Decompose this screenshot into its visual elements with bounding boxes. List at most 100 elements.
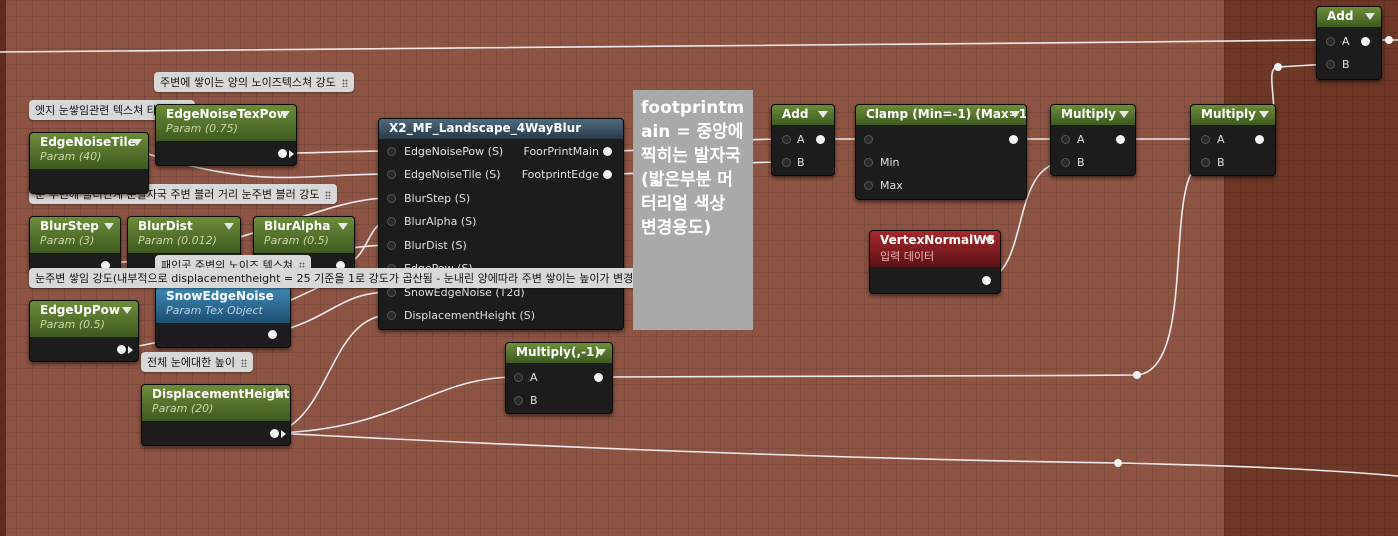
comment-displacement-height[interactable]: 전체 눈에대한 높이 [141, 352, 253, 372]
footprint-note[interactable]: footprintmain = 중앙에 찍히는 발자국(밟은부분 머터리얼 색상… [633, 90, 753, 330]
chevron-down-icon[interactable] [984, 237, 994, 244]
input-pin[interactable] [387, 170, 396, 179]
comment-edge-noise-tex-pow[interactable]: 주변에 쌓이는 양의 노이즈텍스쳐 강도 [154, 72, 354, 92]
node-edge-noise-tex-pow[interactable]: EdgeNoiseTexPow Param (0.75) [155, 104, 297, 166]
input-pin[interactable] [514, 396, 523, 405]
input-label: BlurDist (S) [404, 239, 467, 252]
node-displacement-height[interactable]: DisplacementHeight Param (20) [141, 384, 291, 446]
input-pin[interactable] [514, 373, 523, 382]
chevron-down-icon[interactable] [1119, 111, 1129, 118]
node-subtitle: Param (20) [152, 402, 214, 415]
output-pin[interactable] [603, 170, 612, 179]
chevron-down-icon[interactable] [1010, 111, 1020, 118]
input-label: EdgeNoisePow (S) [404, 145, 504, 158]
input-label: BlurAlpha (S) [404, 215, 477, 228]
chevron-down-icon[interactable] [104, 223, 114, 230]
input-pin[interactable] [1201, 158, 1210, 167]
grip-icon [240, 359, 247, 367]
chevron-down-icon[interactable] [596, 349, 606, 356]
chevron-down-icon[interactable] [122, 307, 132, 314]
input-pin[interactable] [387, 194, 396, 203]
node-multiply[interactable]: Multiply A B [1050, 104, 1136, 176]
output-pin[interactable] [268, 330, 277, 339]
node-header[interactable]: EdgeNoiseTile Param (40) [30, 133, 148, 169]
node-header[interactable]: SnowEdgeNoise Param Tex Object [156, 287, 290, 323]
input-pin[interactable] [1326, 60, 1335, 69]
node-edge-up-pow[interactable]: EdgeUpPow Param (0.5) [29, 300, 139, 362]
node-header[interactable]: EdgeNoiseTexPow Param (0.75) [156, 105, 296, 141]
output-pin[interactable] [1361, 37, 1370, 46]
node-title: SnowEdgeNoise [166, 289, 274, 303]
chevron-down-icon[interactable] [1259, 111, 1269, 118]
node-title: Add [1327, 9, 1354, 23]
output-pin[interactable] [1009, 135, 1018, 144]
output-pin[interactable] [594, 373, 603, 382]
node-header[interactable]: Multiply [1191, 105, 1275, 125]
chevron-down-icon[interactable] [224, 223, 234, 230]
input-pin[interactable] [782, 135, 791, 144]
input-pin[interactable] [1061, 158, 1070, 167]
input-pin[interactable] [387, 217, 396, 226]
input-pin[interactable] [1326, 37, 1335, 46]
input-label: A [1342, 35, 1350, 48]
node-title: BlurStep [40, 219, 99, 233]
input-pin[interactable] [864, 158, 873, 167]
node-header[interactable]: Add [772, 105, 834, 125]
node-snow-edge-noise[interactable]: SnowEdgeNoise Param Tex Object [155, 286, 291, 348]
node-header[interactable]: X2_MF_Landscape_4WayBlur [379, 119, 623, 139]
node-blur-function[interactable]: X2_MF_Landscape_4WayBlur EdgeNoisePow (S… [378, 118, 624, 330]
chevron-down-icon[interactable] [132, 139, 142, 146]
input-pin[interactable] [387, 241, 396, 250]
node-add[interactable]: Add A B [1316, 6, 1382, 80]
output-pin[interactable] [603, 147, 612, 156]
node-header[interactable]: Clamp (Min=-1) (Max=1) [856, 105, 1026, 125]
node-header[interactable]: Multiply [1051, 105, 1135, 125]
chevron-down-icon[interactable] [338, 223, 348, 230]
input-pin[interactable] [782, 158, 791, 167]
node-header[interactable]: Add [1317, 7, 1381, 27]
comment-text: 주변에 쌓이는 양의 노이즈텍스쳐 강도 [160, 76, 336, 89]
node-header[interactable]: BlurStep Param (3) [30, 217, 120, 253]
wire-noisetexpow-to-blur [281, 150, 391, 154]
material-graph-canvas[interactable]: 주변에 쌓이는 양의 노이즈텍스쳐 강도 엣지 눈쌓임관련 텍스쳐 타일링 눈 … [0, 0, 1398, 536]
node-edge-noise-tile[interactable]: EdgeNoiseTile Param (40) [29, 132, 149, 194]
node-subtitle: Param (0.5) [40, 318, 105, 331]
node-title: BlurAlpha [264, 219, 331, 233]
comment-edge-up-pow[interactable]: 눈주변 쌓임 강도(내부적으로 displacementheight = 25 … [29, 268, 666, 288]
node-header[interactable]: VertexNormalWS 입력 데이터 [870, 231, 1000, 267]
input-pin[interactable] [1061, 135, 1070, 144]
reroute-dot [1114, 459, 1122, 467]
node-title: DisplacementHeight [152, 387, 290, 401]
output-pin[interactable] [278, 149, 287, 158]
node-header[interactable]: BlurDist Param (0.012) [128, 217, 240, 253]
input-pin[interactable] [864, 181, 873, 190]
input-pin[interactable] [1201, 135, 1210, 144]
node-header[interactable]: Multiply(,-1) [506, 343, 612, 363]
output-pin[interactable] [1116, 135, 1125, 144]
output-pin[interactable] [1255, 135, 1264, 144]
node-header[interactable]: EdgeUpPow Param (0.5) [30, 301, 138, 337]
chevron-down-icon[interactable] [274, 391, 284, 398]
input-pin[interactable] [387, 288, 396, 297]
output-pin[interactable] [117, 345, 126, 354]
node-multiply-negative[interactable]: Multiply(,-1) A B [505, 342, 613, 414]
node-add[interactable]: Add A B [771, 104, 835, 176]
chevron-down-icon[interactable] [1365, 13, 1375, 20]
node-title: EdgeNoiseTile [40, 135, 136, 149]
node-blur-step[interactable]: BlurStep Param (3) [29, 216, 121, 274]
input-pin[interactable] [387, 311, 396, 320]
chevron-down-icon[interactable] [280, 111, 290, 118]
node-header[interactable]: BlurAlpha Param (0.5) [254, 217, 354, 253]
node-header[interactable]: DisplacementHeight Param (20) [142, 385, 290, 421]
output-pin[interactable] [816, 135, 825, 144]
node-multiply[interactable]: Multiply A B [1190, 104, 1276, 176]
output-label: FootprintEdge [521, 168, 599, 181]
output-pin[interactable] [270, 429, 279, 438]
input-pin[interactable] [387, 147, 396, 156]
chevron-down-icon[interactable] [818, 111, 828, 118]
output-pin[interactable] [982, 276, 991, 285]
input-pin[interactable] [864, 135, 873, 144]
node-clamp[interactable]: Clamp (Min=-1) (Max=1) Min Max [855, 104, 1027, 200]
input-label: B [797, 156, 805, 169]
node-vertex-normal-ws[interactable]: VertexNormalWS 입력 데이터 [869, 230, 1001, 294]
